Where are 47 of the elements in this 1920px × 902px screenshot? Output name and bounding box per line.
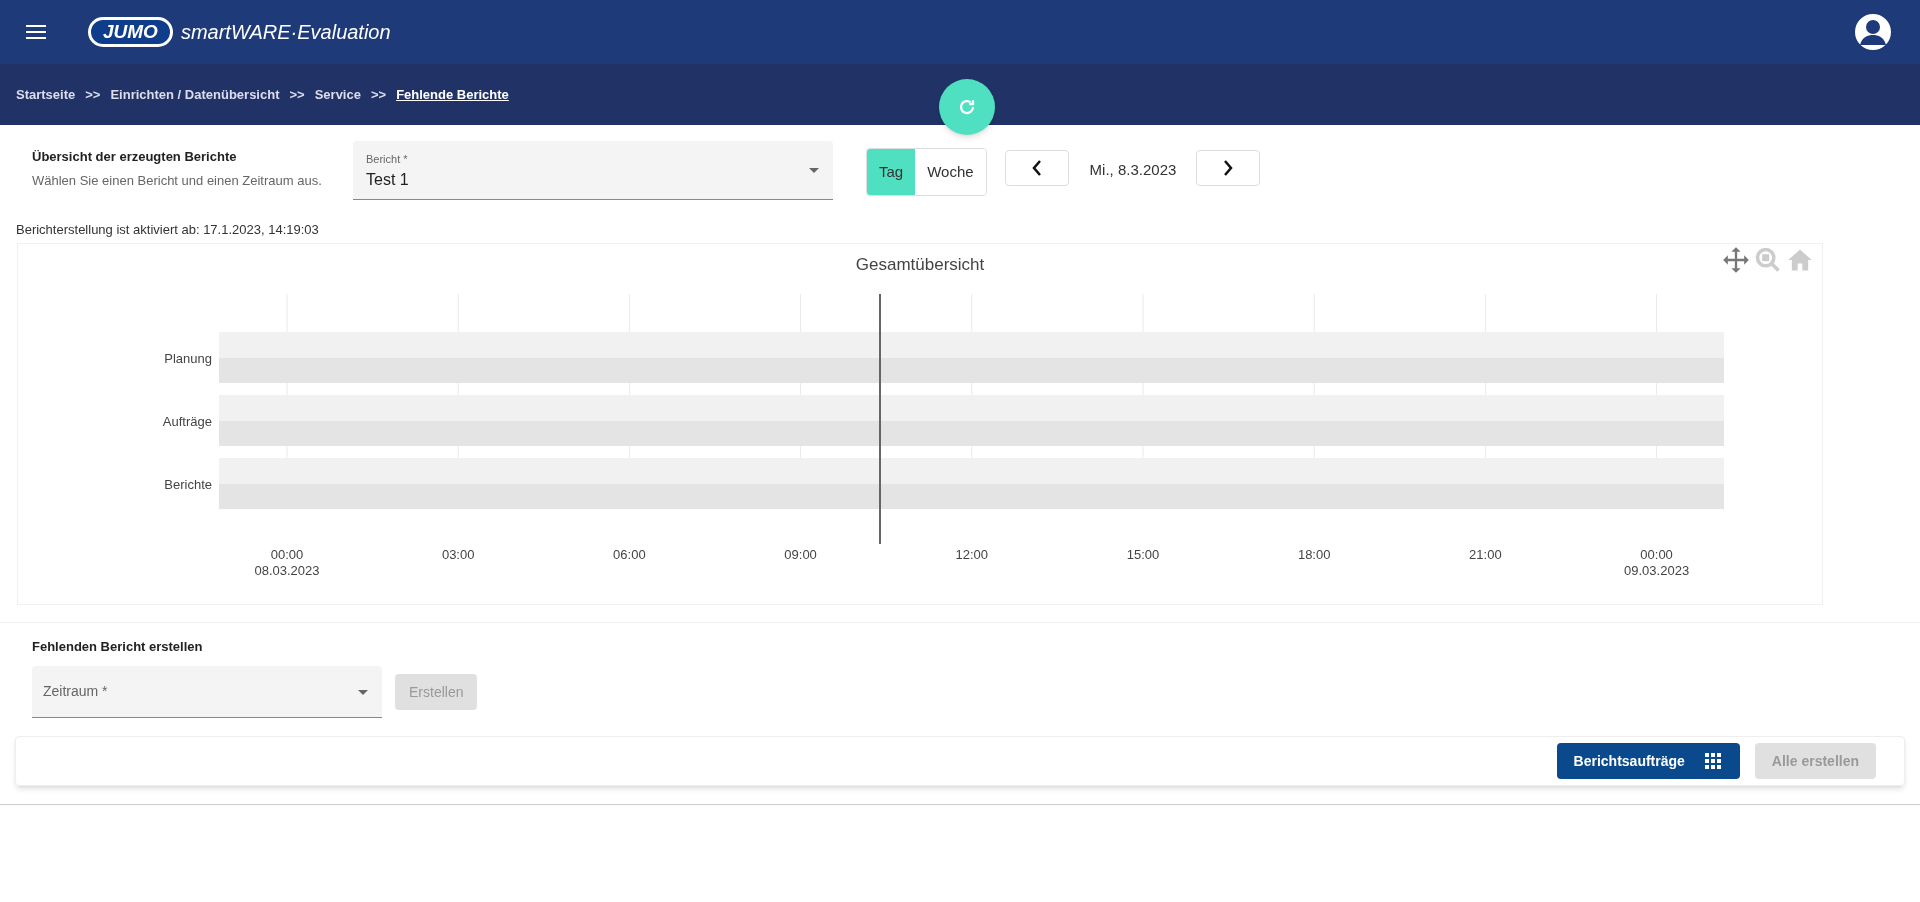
field-value: Test 1 [366,169,409,190]
overview-title: Übersicht der erzeugten Berichte [32,148,238,166]
category-label: Planung [164,349,212,368]
breadcrumb-separator: >> [289,85,305,104]
product-name: smartWARE·Evaluation [180,20,391,45]
create-title: Fehlenden Bericht erstellen [32,637,204,656]
action-button[interactable]: Berichtsaufträge [1556,743,1740,779]
chart-title: Gesamtübersicht [855,253,985,276]
dropdown-caret-icon [358,690,368,695]
tick-label: 12:00 [955,546,989,563]
breadcrumb-link[interactable]: Service [314,84,361,105]
report-select[interactable]: Bericht * Test 1 [353,141,833,200]
field-label: Bericht * [366,152,409,167]
overview-subtitle: Wählen Sie einen Bericht und einen Zeitraum aus. [32,171,323,190]
tick-label: 03:00 [441,546,475,563]
previous-button[interactable] [1004,150,1069,186]
status-text: Berichterstellung ist aktiviert ab: 17.1.2023, 14:19:03 [16,221,319,239]
breadcrumb-separator: >> [85,85,101,104]
tick-label: 00:00 [270,546,304,563]
tick-label: 09:00 [784,546,817,563]
tick-label: 21:00 [1469,546,1502,563]
breadcrumb-link[interactable]: Fehlende Berichte [396,84,509,105]
move-icon[interactable] [1722,245,1750,274]
logo: JUMO [88,17,173,47]
category-label: Aufträge [162,412,212,431]
chevron-left-icon [1031,159,1042,177]
grid-icon [1702,751,1723,771]
breadcrumb-separator: >> [370,85,387,104]
breadcrumb-link[interactable]: Startseite [16,84,76,105]
dropdown-caret-icon [809,168,819,173]
breadcrumb-link[interactable]: Einrichten / Datenübersicht [110,84,280,105]
tick-date: 08.03.2023 [254,562,320,579]
period-select[interactable]: Zeitraum * [32,666,382,718]
chevron-right-icon [1223,159,1234,177]
field-placeholder: Zeitraum * [43,682,108,701]
menu-icon[interactable] [26,24,46,40]
tick-label: 06:00 [613,546,646,563]
tick-label: 18:00 [1297,546,1331,563]
range-tab[interactable]: Tag [867,149,916,195]
next-button[interactable] [1196,150,1261,186]
date-label: Mi., 8.3.2023 [1089,160,1177,180]
tick-label: 00:00 [1640,546,1673,563]
refresh-icon [958,98,976,116]
user-avatar-icon[interactable] [1852,11,1894,53]
tick-date: 09.03.2023 [1624,562,1690,579]
tick-label: 15:00 [1126,546,1160,563]
category-label: Berichte [164,475,212,494]
